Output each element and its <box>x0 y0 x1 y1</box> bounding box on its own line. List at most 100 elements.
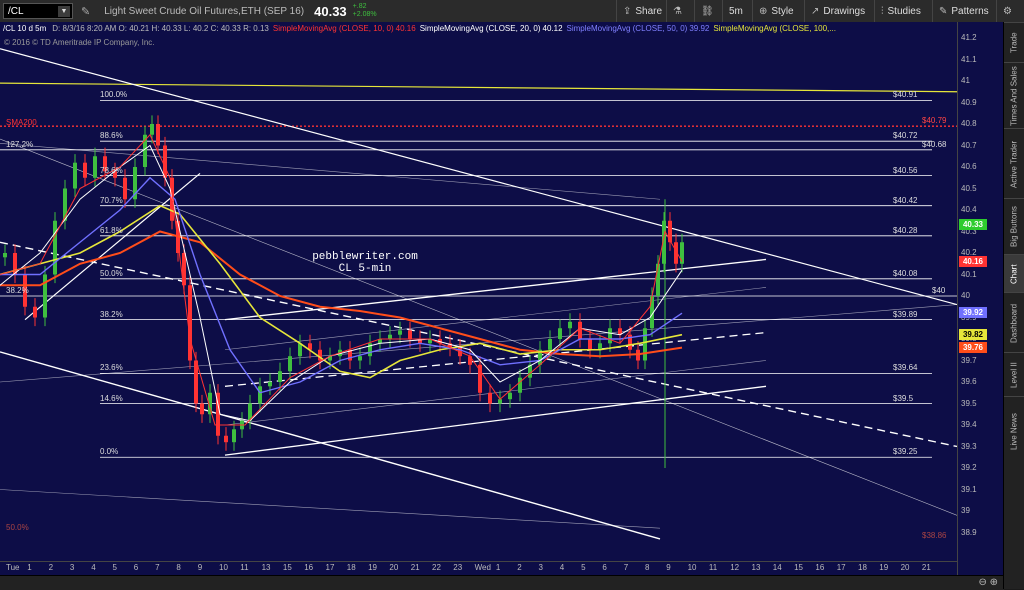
trend-line <box>0 138 957 516</box>
symbol-text[interactable]: /CL <box>8 6 24 17</box>
candle-body <box>33 306 37 318</box>
zoom-icon[interactable]: ⊖ ⊕ <box>978 577 998 588</box>
time-tick: 11 <box>708 563 718 572</box>
flask-button[interactable]: ⚗ <box>666 0 694 22</box>
symbol-selector[interactable]: /CL ▼ <box>3 3 73 19</box>
time-tick: 20 <box>900 563 910 572</box>
level-value: $39.64 <box>893 363 918 373</box>
style-label: Style <box>771 5 794 17</box>
sidebar-tab[interactable]: Times And Sales <box>1004 62 1024 129</box>
price-marker: 40.16 <box>959 255 987 267</box>
time-tick: 4 <box>559 563 565 572</box>
candle-body <box>3 253 7 258</box>
sidebar-tab[interactable]: Trade <box>1004 22 1024 63</box>
trend-line <box>0 489 661 529</box>
share-button[interactable]: ⇪ Share <box>616 0 666 22</box>
fib-label: 38.2% <box>6 286 29 295</box>
drawings-icon: ↗ <box>811 5 820 17</box>
time-tick: 19 <box>879 563 889 572</box>
studies-button[interactable]: ⫶ Studies <box>874 0 930 22</box>
candle-body <box>268 382 272 387</box>
style-button[interactable]: ⊕ Style <box>752 0 800 22</box>
price-tick: 40.5 <box>961 183 977 193</box>
candle-body <box>73 162 77 189</box>
annotation-site: pebblewriter.com <box>312 251 418 263</box>
time-tick: Wed <box>474 563 491 572</box>
sma200-label: SMA200 <box>6 118 37 127</box>
change-value: +.82 <box>352 3 367 10</box>
candle-body <box>200 403 204 415</box>
instrument-title: Light Sweet Crude Oil Futures,ETH (SEP 1… <box>104 5 305 17</box>
time-tick: Tue <box>6 563 20 572</box>
sma100-legend[interactable]: SimpleMovingAvg (CLOSE, 100,... <box>713 24 836 33</box>
sidebar-tab[interactable]: Big Buttons <box>1004 198 1024 255</box>
link-button[interactable]: ⛓ <box>694 0 722 22</box>
time-tick: 16 <box>304 563 314 572</box>
candle-body <box>508 392 512 400</box>
fib-label: 50.0% <box>100 268 123 278</box>
sma20-legend[interactable]: SimpleMovingAvg (CLOSE, 20, 0) <box>420 24 541 33</box>
time-tick: 6 <box>133 563 139 572</box>
chevron-down-icon[interactable]: ▼ <box>58 6 70 17</box>
time-axis[interactable]: Tue 1 2 3 4 5 6 7 8 9 10 11 13 15 16 17 18 19 20 21 22 23 Wed 1… <box>0 561 957 576</box>
fib-label: 23.6% <box>100 363 123 373</box>
level-value: $38.86 <box>922 531 947 541</box>
sidebar-tab[interactable]: Level II <box>1004 352 1024 397</box>
price-tick: 39.1 <box>961 484 977 494</box>
time-tick: 18 <box>858 563 867 572</box>
drawings-button[interactable]: ↗ Drawings <box>804 0 868 22</box>
candle-body <box>156 124 160 146</box>
settings-button[interactable]: ⚙ <box>996 0 1024 22</box>
horizontal-scrollbar[interactable]: ⊖ ⊕ <box>0 575 1004 590</box>
candle-body <box>488 392 492 404</box>
candle-body <box>608 328 612 344</box>
price-axis[interactable]: 41.2 41.1 41 40.9 40.8 40.7 40.6 40.5 40.4 40.3 40… <box>957 22 1005 575</box>
gear-icon: ⚙ <box>1003 5 1012 17</box>
pencil-icon[interactable]: ✎ <box>81 5 90 18</box>
interval-button[interactable]: 5m <box>722 0 752 22</box>
time-tick: 1 <box>27 563 32 572</box>
candle-body <box>398 330 402 335</box>
time-tick: 8 <box>176 563 181 572</box>
sma50-curve <box>0 176 683 394</box>
price-tick: 41 <box>961 76 970 85</box>
sidebar-tab[interactable]: Chart <box>1004 254 1024 293</box>
patterns-button[interactable]: ✎ Patterns <box>932 0 994 22</box>
level-value: $40.28 <box>893 225 918 235</box>
sma50-legend[interactable]: SimpleMovingAvg (CLOSE, 50, 0) <box>567 24 688 33</box>
time-tick: 5 <box>581 563 586 572</box>
fib-label: 0.0% <box>100 447 119 457</box>
time-tick: 21 <box>921 563 931 572</box>
price-marker: 39.82 <box>959 328 987 340</box>
price-marker: 39.92 <box>959 307 987 319</box>
time-tick: 21 <box>410 563 420 572</box>
chart-annotation: pebblewriter.com CL 5-min <box>300 251 430 275</box>
sidebar-tab[interactable]: Live News <box>1004 396 1024 467</box>
price-chart[interactable] <box>0 22 957 575</box>
candle-body <box>578 321 582 339</box>
sidebar-tab[interactable]: Active Trader <box>1004 128 1024 199</box>
sidebar-tab[interactable]: Dashboard <box>1004 292 1024 353</box>
fib-label: 127.2% <box>6 139 34 149</box>
time-tick: 1 <box>495 563 501 572</box>
price-tick: 40.4 <box>961 205 977 214</box>
trend-line <box>224 385 767 456</box>
zoom-icon: ⊕ <box>759 5 768 17</box>
time-tick: 7 <box>623 563 629 572</box>
fib-label: 38.2% <box>100 309 123 319</box>
time-tick: 3 <box>538 563 543 572</box>
level-value: $39.5 <box>893 393 914 403</box>
time-tick: 2 <box>48 563 54 572</box>
sma50-value: 39.92 <box>689 23 710 33</box>
level-value: $40.08 <box>893 268 918 278</box>
time-tick: 4 <box>91 563 96 572</box>
candle-body <box>288 356 292 372</box>
candle-body <box>232 429 236 443</box>
time-tick: 10 <box>219 563 228 572</box>
change-percent: +2.08% <box>352 11 377 18</box>
chart-area[interactable]: © 2016 © TD Ameritrade IP Company, Inc. … <box>0 22 1004 589</box>
time-tick: 15 <box>794 563 803 572</box>
time-tick: 14 <box>772 563 782 572</box>
candle-body <box>568 321 572 329</box>
sma10-legend[interactable]: SimpleMovingAvg (CLOSE, 10, 0) <box>273 24 394 33</box>
